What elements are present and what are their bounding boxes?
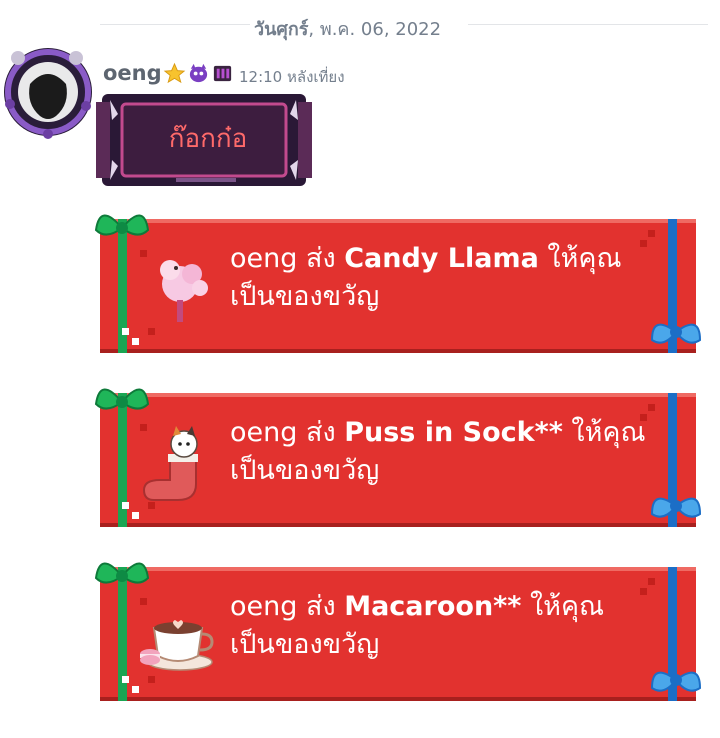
- gift-item-name: Candy Llama: [344, 243, 539, 274]
- gift-sender: oeng: [230, 417, 298, 448]
- candy-llama-icon: [160, 260, 208, 322]
- gift-card-macaroon[interactable]: oeng ส่ง Macaroon** ให้คุณ เป็นของขวัญ: [92, 548, 710, 708]
- gift-message: oeng ส่ง Macaroon** ให้คุณ เป็นของขวัญ: [230, 588, 670, 664]
- divider-line-right: [468, 24, 708, 25]
- gift-line2: เป็นของขวัญ: [230, 281, 380, 312]
- gift-card-candy-llama[interactable]: oeng ส่ง Candy Llama ให้คุณ เป็นของขวัญ: [92, 200, 710, 360]
- blue-bow-icon: [650, 497, 702, 518]
- avatar[interactable]: [0, 44, 96, 140]
- date-divider: วันศุกร์, พ.ค. 06, 2022: [0, 10, 720, 40]
- username[interactable]: oeng: [103, 61, 162, 85]
- blue-bow-icon: [650, 671, 702, 692]
- gift-item-name: Puss in Sock**: [344, 417, 563, 448]
- gift-verb: ส่ง: [297, 591, 345, 622]
- gift-message: oeng ส่ง Candy Llama ให้คุณ เป็นของขวัญ: [230, 240, 670, 316]
- gift-suffix: ให้คุณ: [521, 591, 605, 622]
- purple-monster-badge-icon: [189, 63, 208, 83]
- green-bow-icon: [94, 562, 150, 584]
- date-rest: , พ.ค. 06, 2022: [308, 19, 442, 40]
- nameplate-sticker: ก๊อกก๋อ: [96, 90, 312, 190]
- gift-item-name: Macaroon**: [344, 591, 522, 622]
- badges: [163, 62, 234, 85]
- gift-suffix: ให้คุณ: [538, 243, 622, 274]
- blue-bow-icon: [650, 323, 702, 344]
- star-badge-icon: [163, 62, 186, 84]
- dark-badge-icon: [213, 65, 232, 82]
- gift-sender: oeng: [230, 591, 298, 622]
- gift-verb: ส่ง: [297, 243, 345, 274]
- divider-line-left: [100, 24, 250, 25]
- date-day: วันศุกร์: [254, 19, 309, 40]
- green-bow-icon: [94, 214, 150, 236]
- green-bow-icon: [94, 388, 150, 410]
- gift-line2: เป็นของขวัญ: [230, 629, 380, 660]
- gift-verb: ส่ง: [297, 417, 345, 448]
- gift-card-puss-in-sock[interactable]: oeng ส่ง Puss in Sock** ให้คุณ เป็นของขว…: [92, 374, 710, 534]
- date-text: วันศุกร์, พ.ค. 06, 2022: [254, 14, 441, 43]
- nameplate-text: ก๊อกก๋อ: [168, 124, 248, 154]
- gift-suffix: ให้คุณ: [562, 417, 646, 448]
- gift-message: oeng ส่ง Puss in Sock** ให้คุณ เป็นของขว…: [230, 414, 670, 490]
- gift-sender: oeng: [230, 243, 298, 274]
- gift-line2: เป็นของขวัญ: [230, 455, 380, 486]
- timestamp: 12:10 หลังเที่ยง: [239, 68, 345, 86]
